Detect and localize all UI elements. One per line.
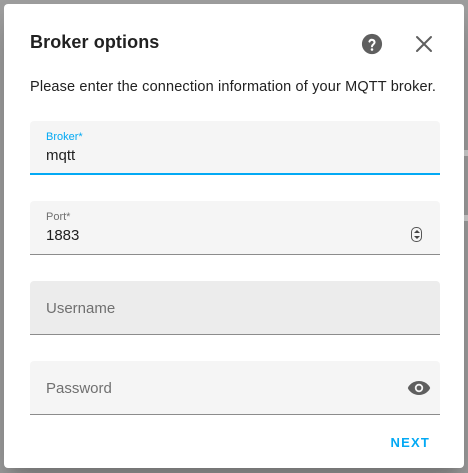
password-field[interactable]: Password: [30, 361, 440, 415]
help-circle-icon: [361, 33, 383, 55]
broker-field[interactable]: Broker*: [30, 121, 440, 175]
help-button[interactable]: [356, 28, 388, 60]
number-spinner-icon[interactable]: [411, 227, 422, 242]
username-input[interactable]: Username: [46, 300, 115, 317]
close-button[interactable]: [408, 28, 440, 60]
dialog-title: Broker options: [30, 32, 160, 52]
dialog-description: Please enter the connection information …: [30, 79, 437, 95]
password-input[interactable]: Password: [46, 380, 112, 397]
port-field[interactable]: Port*: [30, 201, 440, 255]
username-field[interactable]: Username: [30, 281, 440, 335]
broker-label: Broker*: [46, 131, 83, 143]
port-input[interactable]: [46, 227, 386, 244]
show-password-button[interactable]: [406, 376, 432, 400]
broker-input[interactable]: [46, 147, 386, 164]
broker-options-dialog: Broker options Please enter the connecti…: [4, 4, 464, 468]
spinner-up-arrow-icon: [414, 230, 420, 233]
close-icon: [416, 36, 432, 52]
eye-icon: [407, 381, 431, 395]
next-button[interactable]: NEXT: [391, 435, 430, 450]
port-label: Port*: [46, 211, 71, 223]
spinner-down-arrow-icon: [414, 236, 420, 239]
